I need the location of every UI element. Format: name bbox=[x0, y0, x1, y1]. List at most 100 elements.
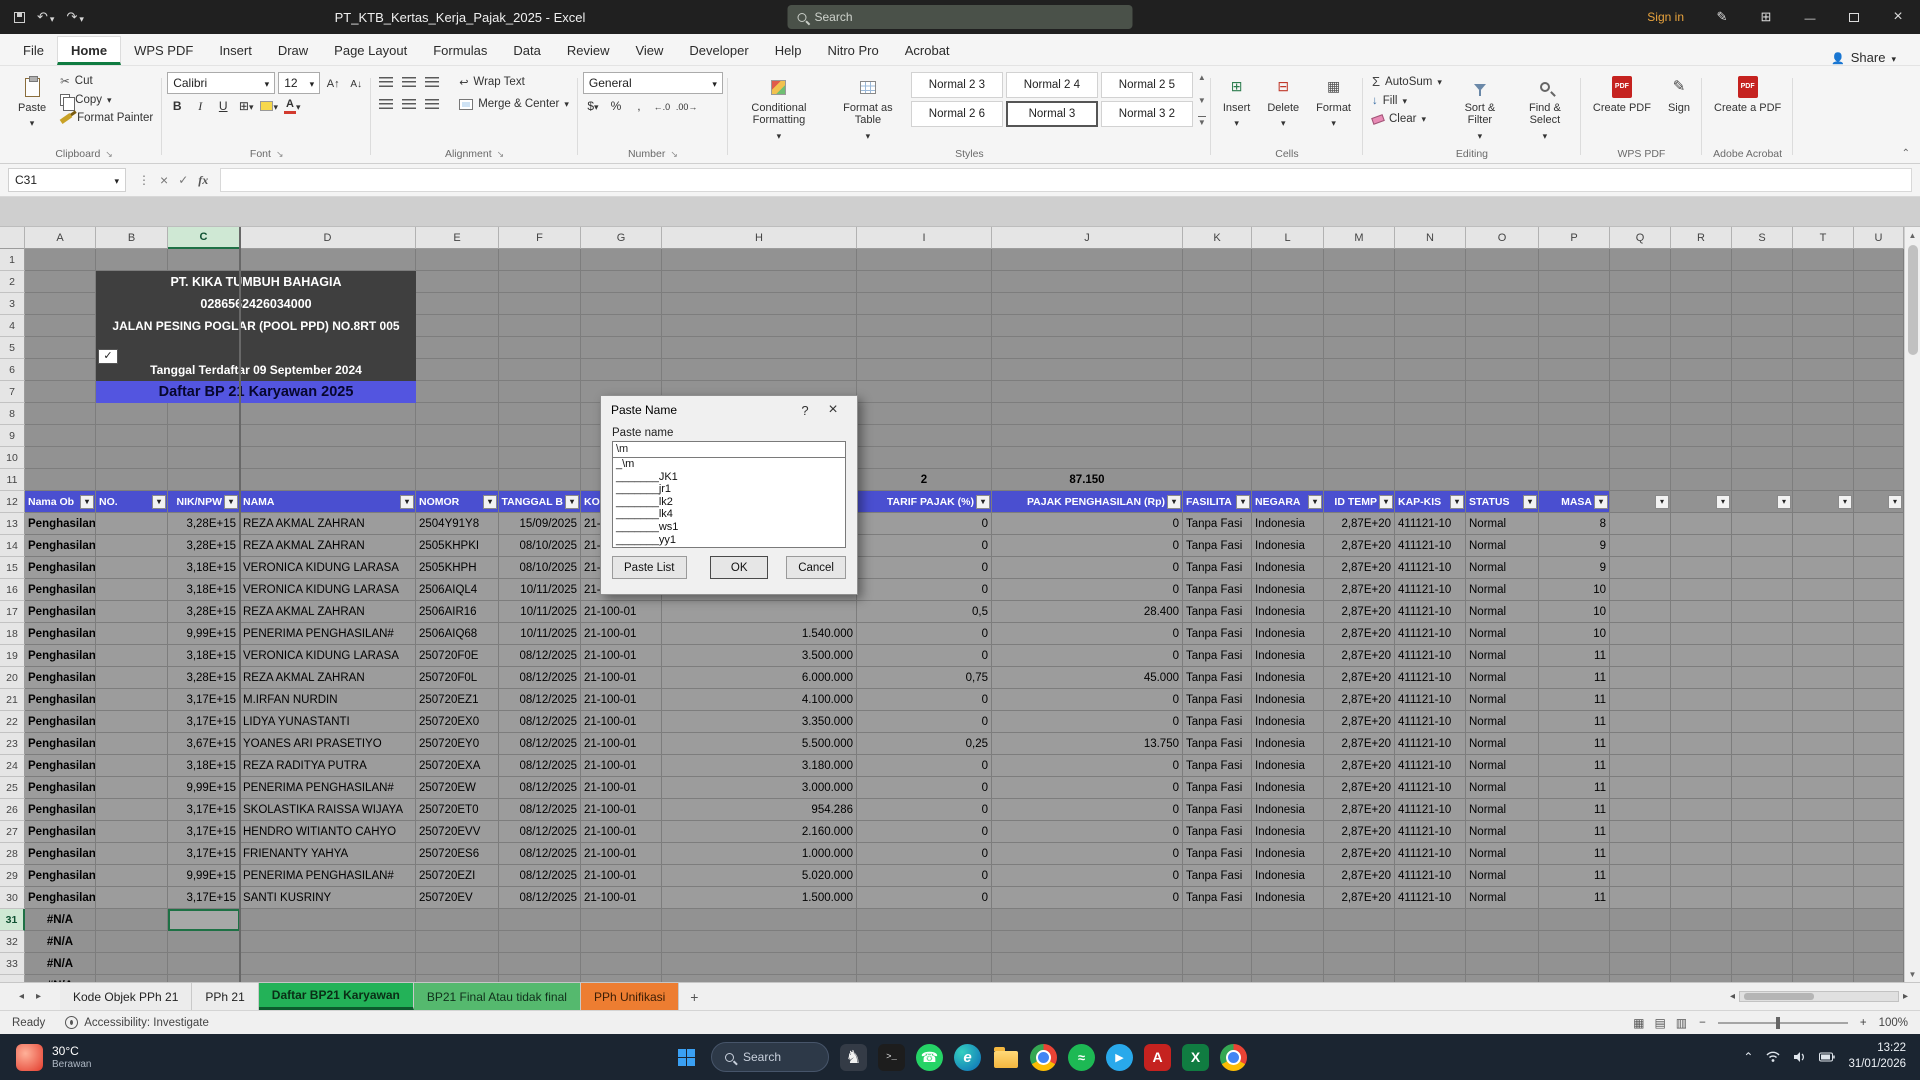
cell-O7[interactable] bbox=[1466, 381, 1539, 403]
cell-U27[interactable] bbox=[1854, 821, 1904, 843]
cell-T26[interactable] bbox=[1793, 799, 1854, 821]
row-header-8[interactable]: 8 bbox=[0, 403, 25, 425]
cell-B13[interactable] bbox=[96, 513, 168, 535]
cell-J8[interactable] bbox=[992, 403, 1183, 425]
cell-U18[interactable] bbox=[1854, 623, 1904, 645]
cell-D13[interactable]: REZA AKMAL ZAHRAN bbox=[240, 513, 416, 535]
cell-Q21[interactable] bbox=[1610, 689, 1671, 711]
row-header-7[interactable]: 7 bbox=[0, 381, 25, 403]
cell-C9[interactable] bbox=[168, 425, 240, 447]
cell-F10[interactable] bbox=[499, 447, 581, 469]
cell-I20[interactable]: 0,75 bbox=[857, 667, 992, 689]
cell-K7[interactable] bbox=[1183, 381, 1252, 403]
cell-O15[interactable]: Normal bbox=[1466, 557, 1539, 579]
cell-S12[interactable]: ▾ bbox=[1732, 491, 1793, 513]
cell-O13[interactable]: Normal bbox=[1466, 513, 1539, 535]
cell-H6[interactable] bbox=[662, 359, 857, 381]
cell-S2[interactable] bbox=[1732, 271, 1793, 293]
cell-L19[interactable]: Indonesia bbox=[1252, 645, 1324, 667]
cell-S20[interactable] bbox=[1732, 667, 1793, 689]
cell-L26[interactable]: Indonesia bbox=[1252, 799, 1324, 821]
cell-U5[interactable] bbox=[1854, 337, 1904, 359]
column-header-L[interactable]: L bbox=[1252, 227, 1324, 249]
cell-N16[interactable]: 411121-10 bbox=[1395, 579, 1466, 601]
row-header-29[interactable]: 29 bbox=[0, 865, 25, 887]
paste-name-item[interactable]: _______yy1 bbox=[613, 534, 845, 547]
cell-M4[interactable] bbox=[1324, 315, 1395, 337]
cell-S5[interactable] bbox=[1732, 337, 1793, 359]
cell-P1[interactable] bbox=[1539, 249, 1610, 271]
acrobat-create-pdf-button[interactable]: PDFCreate a PDF bbox=[1707, 72, 1788, 117]
cell-R11[interactable] bbox=[1671, 469, 1732, 491]
cell-C32[interactable] bbox=[168, 931, 240, 953]
cell-E18[interactable]: 2506AIQ68 bbox=[416, 623, 499, 645]
row-header-30[interactable]: 30 bbox=[0, 887, 25, 909]
cell-K8[interactable] bbox=[1183, 403, 1252, 425]
cell-F2[interactable] bbox=[499, 271, 581, 293]
cell-S31[interactable] bbox=[1732, 909, 1793, 931]
scroll-down-icon[interactable]: ▼ bbox=[1905, 966, 1920, 982]
cell-T33[interactable] bbox=[1793, 953, 1854, 975]
previous-sheet-icon[interactable] bbox=[19, 991, 24, 1002]
cell-O10[interactable] bbox=[1466, 447, 1539, 469]
cell-D25[interactable]: PENERIMA PENGHASILAN# bbox=[240, 777, 416, 799]
cell-C15[interactable]: 3,18E+15 bbox=[168, 557, 240, 579]
cell-M2[interactable] bbox=[1324, 271, 1395, 293]
normal-view-icon[interactable] bbox=[1633, 1016, 1644, 1030]
cell-K32[interactable] bbox=[1183, 931, 1252, 953]
cell-P26[interactable]: 11 bbox=[1539, 799, 1610, 821]
cell-H27[interactable]: 2.160.000 bbox=[662, 821, 857, 843]
gallery-down-icon[interactable] bbox=[1198, 96, 1206, 105]
vertical-scroll-thumb[interactable] bbox=[1908, 245, 1918, 355]
cell-I16[interactable]: 0 bbox=[857, 579, 992, 601]
cell-A24[interactable]: Penghasilan yang diter bbox=[25, 755, 96, 777]
cell-D26[interactable]: SKOLASTIKA RAISSA WIJAYA bbox=[240, 799, 416, 821]
cell-L33[interactable] bbox=[1252, 953, 1324, 975]
cell-Q3[interactable] bbox=[1610, 293, 1671, 315]
shrink-font-button[interactable] bbox=[346, 73, 366, 93]
cell-T14[interactable] bbox=[1793, 535, 1854, 557]
cell-C14[interactable]: 3,28E+15 bbox=[168, 535, 240, 557]
cell-F29[interactable]: 08/12/2025 bbox=[499, 865, 581, 887]
redo-button[interactable] bbox=[66, 9, 83, 25]
cell-H23[interactable]: 5.500.000 bbox=[662, 733, 857, 755]
cell-P34[interactable] bbox=[1539, 975, 1610, 982]
cell-S33[interactable] bbox=[1732, 953, 1793, 975]
row-header-11[interactable]: 11 bbox=[0, 469, 25, 491]
cell-O1[interactable] bbox=[1466, 249, 1539, 271]
cell-R14[interactable] bbox=[1671, 535, 1732, 557]
row-header-1[interactable]: 1 bbox=[0, 249, 25, 271]
row-header-18[interactable]: 18 bbox=[0, 623, 25, 645]
cell-E19[interactable]: 250720F0E bbox=[416, 645, 499, 667]
cell-A26[interactable]: Penghasilan yang diter bbox=[25, 799, 96, 821]
cell-G24[interactable]: 21-100-01 bbox=[581, 755, 662, 777]
cell-T20[interactable] bbox=[1793, 667, 1854, 689]
cell-R29[interactable] bbox=[1671, 865, 1732, 887]
filter-button-R[interactable]: ▾ bbox=[1716, 495, 1730, 509]
row-header-28[interactable]: 28 bbox=[0, 843, 25, 865]
cell-N3[interactable] bbox=[1395, 293, 1466, 315]
cell-J11[interactable]: 87.150 bbox=[992, 469, 1183, 491]
filter-button-P[interactable]: ▾ bbox=[1594, 495, 1608, 509]
cell-U16[interactable] bbox=[1854, 579, 1904, 601]
cell-O24[interactable]: Normal bbox=[1466, 755, 1539, 777]
cell-U25[interactable] bbox=[1854, 777, 1904, 799]
cell-U34[interactable] bbox=[1854, 975, 1904, 982]
cell-C11[interactable] bbox=[168, 469, 240, 491]
cell-A33[interactable]: #N/A bbox=[25, 953, 96, 975]
cell-S18[interactable] bbox=[1732, 623, 1793, 645]
italic-button[interactable]: I bbox=[190, 96, 210, 116]
column-header-K[interactable]: K bbox=[1183, 227, 1252, 249]
cell-O27[interactable]: Normal bbox=[1466, 821, 1539, 843]
cell-L2[interactable] bbox=[1252, 271, 1324, 293]
row-header-23[interactable]: 23 bbox=[0, 733, 25, 755]
cell-R9[interactable] bbox=[1671, 425, 1732, 447]
cell-G18[interactable]: 21-100-01 bbox=[581, 623, 662, 645]
cell-K17[interactable]: Tanpa Fasi bbox=[1183, 601, 1252, 623]
cell-P22[interactable]: 11 bbox=[1539, 711, 1610, 733]
cell-U15[interactable] bbox=[1854, 557, 1904, 579]
cell-F16[interactable]: 10/11/2025 bbox=[499, 579, 581, 601]
cell-I7[interactable] bbox=[857, 381, 992, 403]
cell-I3[interactable] bbox=[857, 293, 992, 315]
cell-T3[interactable] bbox=[1793, 293, 1854, 315]
